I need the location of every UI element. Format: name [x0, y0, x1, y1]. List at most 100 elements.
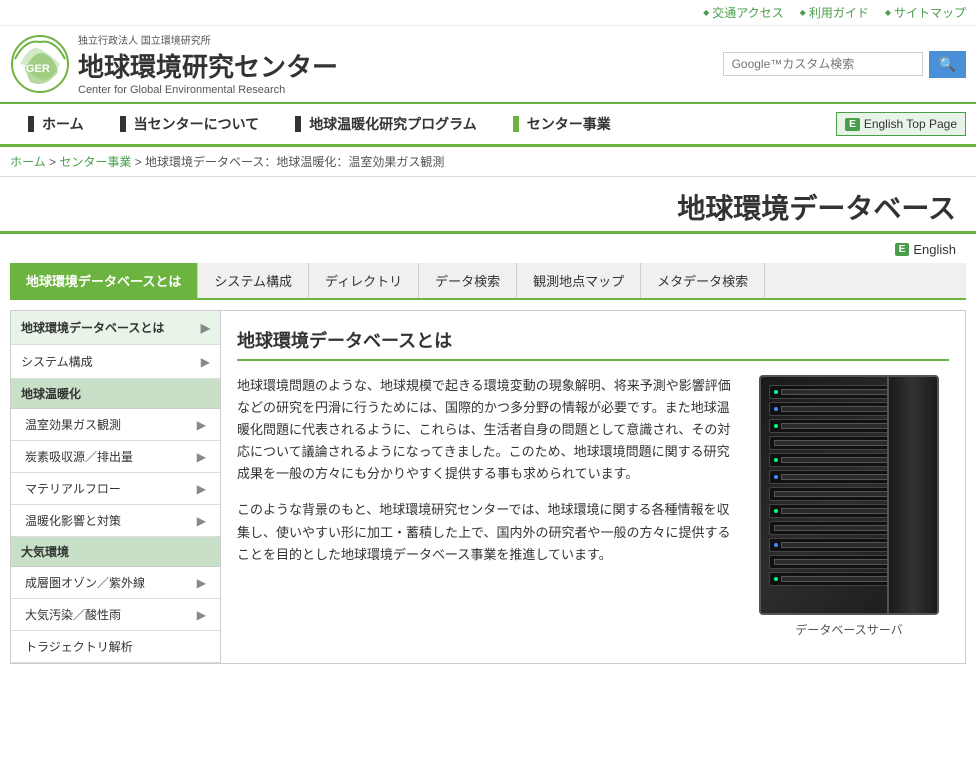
sidebar-item-pollution[interactable]: 大気汚染／酸性雨 ▶	[11, 599, 220, 631]
led-3	[774, 424, 778, 428]
sidebar-ozone-label: 成層圏オゾン／紫外線	[25, 574, 145, 591]
top-bar: 交通アクセス 利用ガイド サイトマップ	[0, 0, 976, 26]
nav-business[interactable]: センター事業	[495, 104, 629, 144]
sidebar-item-material[interactable]: マテリアルフロー ▶	[11, 473, 220, 505]
server-image	[759, 375, 939, 615]
sidebar-category-atmosphere: 大気環境	[11, 537, 220, 567]
server-caption: データベースサーバ	[795, 621, 902, 638]
breadcrumb-sep-1: >	[49, 155, 59, 169]
sidebar-item-system[interactable]: システム構成 ▶	[11, 345, 220, 379]
sidebar-ozone-arrow: ▶	[197, 576, 206, 590]
breadcrumb-business[interactable]: センター事業	[59, 155, 131, 169]
english-badge-label: English	[913, 242, 956, 257]
tab-system[interactable]: システム構成	[198, 263, 309, 298]
led-2	[774, 407, 778, 411]
sidebar-material-arrow: ▶	[197, 482, 206, 496]
led-10	[774, 543, 778, 547]
text-column: 地球環境問題のような、地球規模で起きる環境変動の現象解明、将来予測や影響評価など…	[237, 375, 733, 638]
led-6	[774, 475, 778, 479]
sidebar-category-warming-label: 地球温暖化	[21, 387, 81, 401]
tab-metadata-label: メタデータ検索	[657, 274, 748, 289]
tab-search[interactable]: データ検索	[419, 263, 517, 298]
sidebar-carbon-arrow: ▶	[197, 450, 206, 464]
led-1	[774, 390, 778, 394]
breadcrumb: ホーム > センター事業 > 地球環境データベース：地球温暖化：温室効果ガス観測	[0, 147, 976, 177]
breadcrumb-current: 地球環境データベース：地球温暖化：温室効果ガス観測	[145, 155, 444, 169]
sitemap-link[interactable]: サイトマップ	[885, 4, 966, 21]
sidebar-about-db-arrow: ▶	[201, 321, 210, 335]
nav-marker-home	[28, 116, 34, 132]
site-subtitle: Center for Global Environmental Research	[78, 84, 338, 96]
english-badge[interactable]: E English	[895, 242, 956, 257]
access-link[interactable]: 交通アクセス	[703, 4, 784, 21]
led-12	[774, 577, 778, 581]
led-8	[774, 509, 778, 513]
sidebar-carbon-label: 炭素吸収源／排出量	[25, 448, 133, 465]
content-with-image: 地球環境問題のような、地球規模で起きる環境変動の現象解明、将来予測や影響評価など…	[237, 375, 949, 638]
nav-home[interactable]: ホーム	[10, 104, 102, 144]
sidebar-system-arrow: ▶	[201, 355, 210, 369]
page-title: 地球環境データベース	[20, 187, 956, 227]
nav-home-label: ホーム	[42, 114, 84, 134]
tab-metadata[interactable]: メタデータ検索	[641, 263, 765, 298]
search-button[interactable]: 🔍	[929, 51, 966, 78]
tab-system-label: システム構成	[214, 274, 292, 289]
tab-map-label: 観測地点マップ	[533, 274, 624, 289]
sidebar-item-carbon[interactable]: 炭素吸収源／排出量 ▶	[11, 441, 220, 473]
nav-marker-business	[513, 116, 519, 132]
logo-area: CGER 独立行政法人 国立環境研究所 地球環境研究センター Center fo…	[10, 32, 723, 96]
sidebar-trajectory-label: トラジェクトリ解析	[25, 638, 133, 655]
english-badge-area: E English	[0, 234, 976, 263]
nav-program-label: 地球温暖化研究プログラム	[309, 114, 477, 134]
main-content: 地球環境データベースとは 地球環境問題のような、地球規模で起きる環境変動の現象解…	[220, 310, 966, 664]
main-nav: ホーム 当センターについて 地球温暖化研究プログラム センター事業 E Engl…	[0, 104, 976, 147]
nav-marker-about	[120, 116, 126, 132]
search-input[interactable]	[723, 52, 923, 76]
server-door	[887, 377, 937, 613]
sidebar-item-ghg[interactable]: 温室効果ガス観測 ▶	[11, 409, 220, 441]
sidebar-impact-arrow: ▶	[197, 514, 206, 528]
org-name: 独立行政法人 国立環境研究所	[78, 32, 338, 47]
tab-map[interactable]: 観測地点マップ	[517, 263, 641, 298]
tab-about-db[interactable]: 地球環境データベースとは	[10, 263, 198, 298]
breadcrumb-home[interactable]: ホーム	[10, 155, 46, 169]
nav-marker-program	[295, 116, 301, 132]
nav-about-label: 当センターについて	[134, 114, 260, 134]
content-area: 地球環境データベースとは ▶ システム構成 ▶ 地球温暖化 温室効果ガス観測 ▶…	[10, 310, 966, 664]
english-top-page-label: English Top Page	[864, 117, 957, 131]
tab-directory[interactable]: ディレクトリ	[309, 263, 419, 298]
sidebar-item-about-db[interactable]: 地球環境データベースとは ▶	[11, 311, 220, 345]
sidebar-ghg-label: 温室効果ガス観測	[25, 416, 121, 433]
tab-about-db-label: 地球環境データベースとは	[26, 274, 181, 289]
tab-bar: 地球環境データベースとは システム構成 ディレクトリ データ検索 観測地点マップ…	[10, 263, 966, 300]
content-paragraph-1: 地球環境問題のような、地球規模で起きる環境変動の現象解明、将来予測や影響評価など…	[237, 375, 733, 485]
sidebar-item-ozone[interactable]: 成層圏オゾン／紫外線 ▶	[11, 567, 220, 599]
nav-about[interactable]: 当センターについて	[102, 104, 278, 144]
sidebar-item-trajectory[interactable]: トラジェクトリ解析	[11, 631, 220, 663]
content-section-title: 地球環境データベースとは	[237, 327, 949, 361]
sidebar-category-warming: 地球温暖化	[11, 379, 220, 409]
logo-text: 独立行政法人 国立環境研究所 地球環境研究センター Center for Glo…	[78, 32, 338, 96]
header: CGER 独立行政法人 国立環境研究所 地球環境研究センター Center fo…	[0, 26, 976, 104]
nav-program[interactable]: 地球温暖化研究プログラム	[277, 104, 495, 144]
led-5	[774, 458, 778, 462]
sidebar: 地球環境データベースとは ▶ システム構成 ▶ 地球温暖化 温室効果ガス観測 ▶…	[10, 310, 220, 664]
sidebar-about-db-label: 地球環境データベースとは	[21, 319, 164, 336]
svg-text:CGER: CGER	[18, 63, 50, 75]
sidebar-item-impact[interactable]: 温暖化影響と対策 ▶	[11, 505, 220, 537]
sidebar-pollution-arrow: ▶	[197, 608, 206, 622]
content-paragraph-2: このような背景のもと、地球環境研究センターでは、地球環境に関する各種情報を収集し…	[237, 499, 733, 565]
english-icon: E	[845, 118, 860, 131]
tab-search-label: データ検索	[435, 274, 500, 289]
breadcrumb-sep-2: >	[135, 155, 145, 169]
sidebar-ghg-arrow: ▶	[197, 418, 206, 432]
image-column: データベースサーバ	[749, 375, 949, 638]
sidebar-impact-label: 温暖化影響と対策	[25, 512, 121, 529]
sidebar-system-label: システム構成	[21, 353, 93, 370]
sidebar-category-atm-label: 大気環境	[21, 545, 69, 559]
english-badge-icon: E	[895, 243, 910, 256]
guide-link[interactable]: 利用ガイド	[800, 4, 869, 21]
tab-directory-label: ディレクトリ	[325, 274, 402, 289]
english-top-page-button[interactable]: E English Top Page	[836, 112, 966, 136]
nav-business-label: センター事業	[527, 114, 611, 134]
